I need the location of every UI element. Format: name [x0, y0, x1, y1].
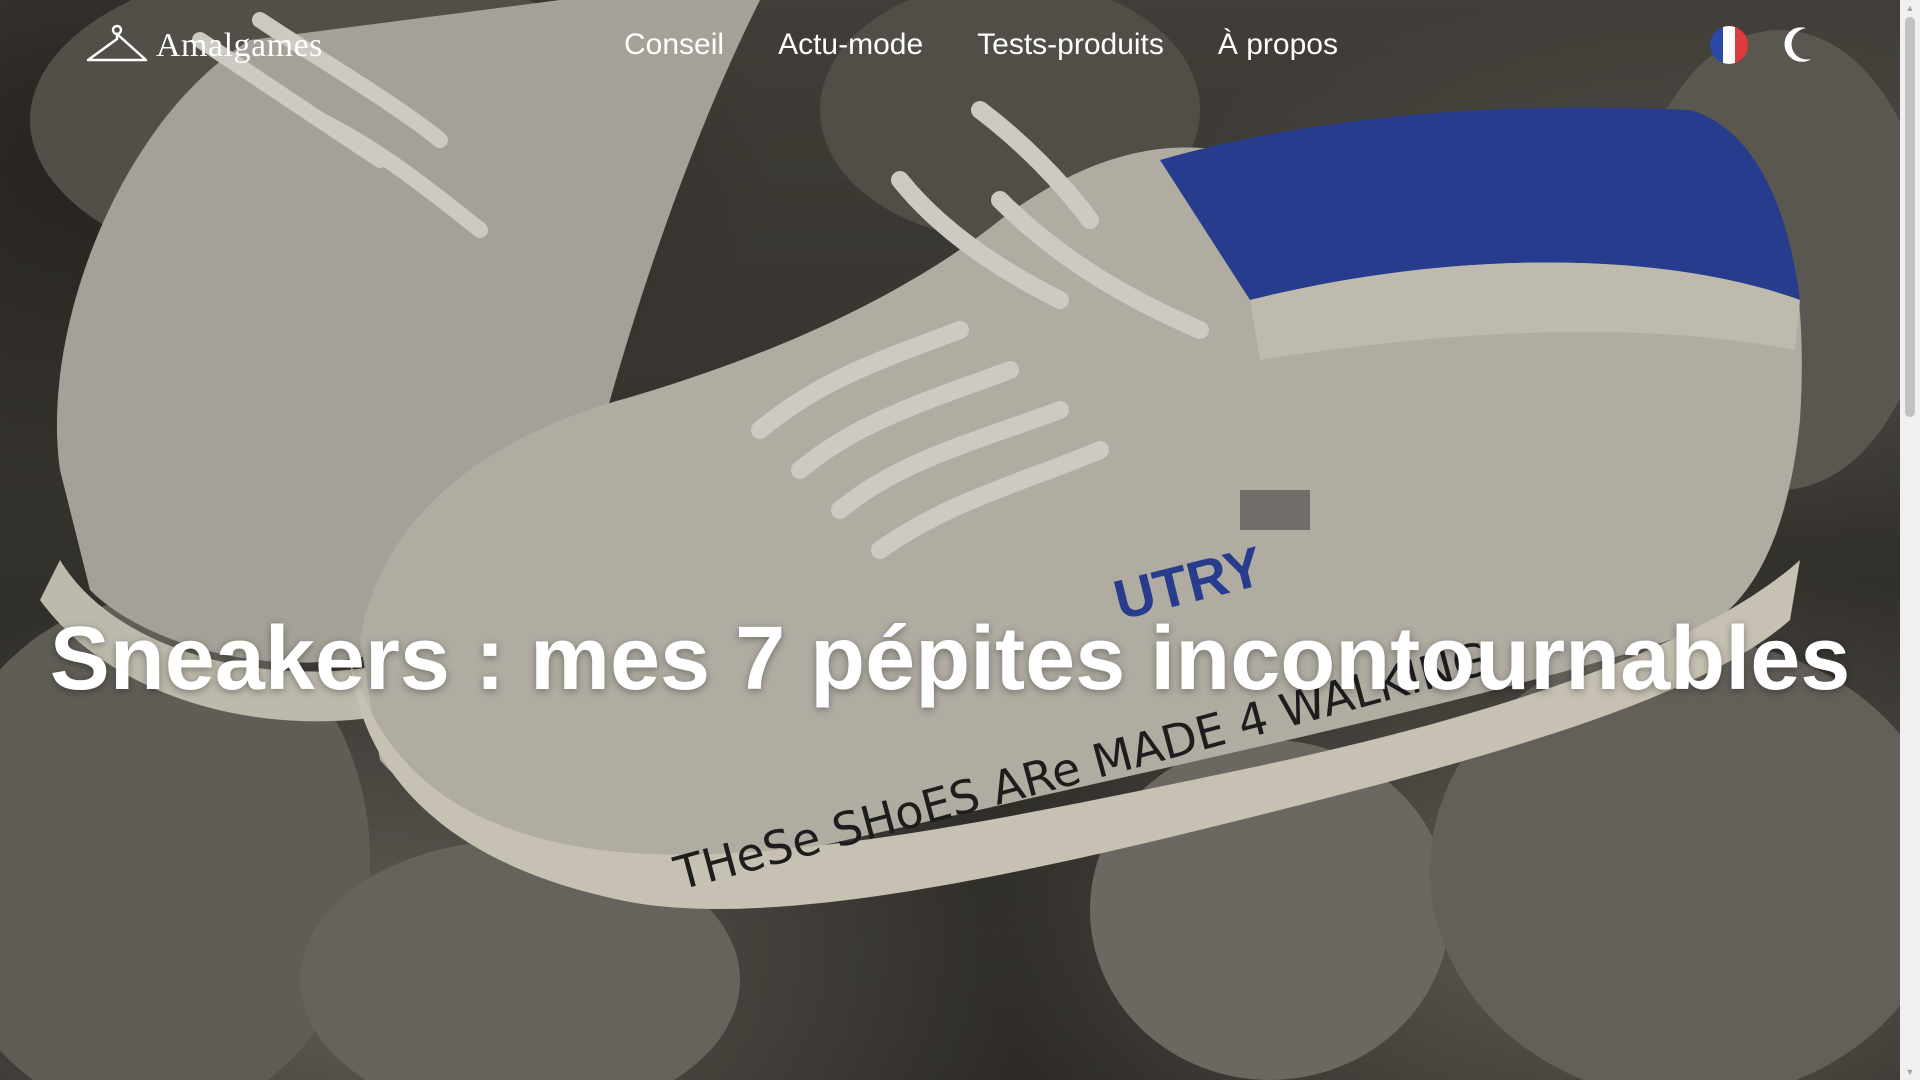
- french-flag-icon[interactable]: [1710, 26, 1748, 64]
- main-nav: Conseil Actu-mode Tests-produits À propo…: [624, 28, 1338, 62]
- nav-actu-mode[interactable]: Actu-mode: [778, 28, 923, 62]
- scroll-down-icon[interactable]: ▼: [1900, 1064, 1920, 1080]
- hanger-icon: [86, 24, 148, 62]
- scroll-up-icon[interactable]: ▲: [1900, 0, 1920, 16]
- nav-a-propos[interactable]: À propos: [1218, 28, 1338, 62]
- nav-conseil[interactable]: Conseil: [624, 28, 724, 62]
- site-logo[interactable]: Amalgames: [84, 24, 323, 68]
- logo-text: Amalgames: [156, 27, 323, 64]
- moon-icon[interactable]: [1780, 24, 1820, 64]
- page-title: Sneakers : mes 7 pépites incontournables: [49, 609, 1851, 710]
- vertical-scrollbar[interactable]: ▲ ▼: [1900, 0, 1920, 1080]
- image-overlay: [0, 0, 1900, 1080]
- nav-tests-produits[interactable]: Tests-produits: [977, 28, 1164, 62]
- hero-section: UTRY THeSe SHoES ARe MADE 4 WALKING Amal…: [0, 0, 1900, 1080]
- scroll-thumb[interactable]: [1905, 17, 1915, 417]
- site-header: Amalgames Conseil Actu-mode Tests-produi…: [0, 0, 1900, 96]
